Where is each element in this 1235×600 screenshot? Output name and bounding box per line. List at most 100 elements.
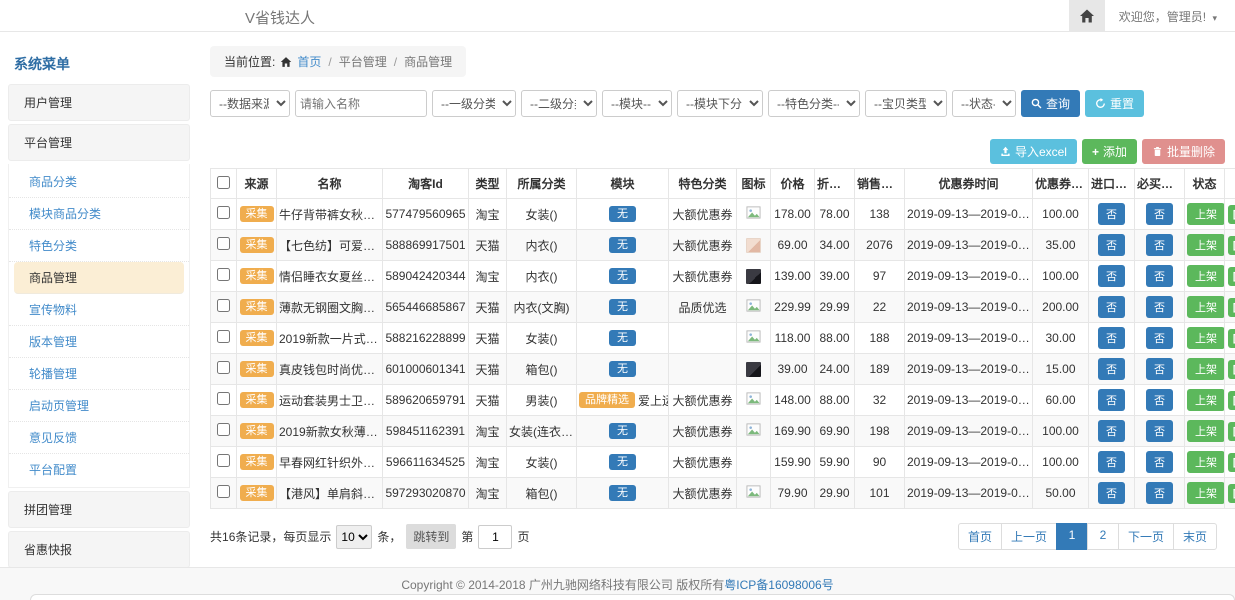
edit-button[interactable] — [1228, 360, 1235, 379]
filter-select-0[interactable]: --数据来源-- — [210, 90, 290, 117]
sidebar-subitem-6[interactable]: 轮播管理 — [9, 358, 189, 390]
row-checkbox[interactable] — [217, 485, 230, 498]
must-buy-toggle-button[interactable]: 否 — [1146, 327, 1173, 349]
status-button[interactable]: 上架 — [1187, 389, 1225, 411]
must-buy-toggle-button[interactable]: 否 — [1146, 451, 1173, 473]
sidebar-item-1[interactable]: 平台管理 — [8, 124, 190, 161]
source-cell: 采集 — [237, 385, 277, 416]
sidebar-subitem-1[interactable]: 模块商品分类 — [9, 198, 189, 230]
pager-button-5[interactable]: 末页 — [1173, 523, 1217, 550]
filter-select-4[interactable]: --模块-- — [602, 90, 672, 117]
must-buy-toggle-button[interactable]: 否 — [1146, 203, 1173, 225]
status-button[interactable]: 上架 — [1187, 203, 1225, 225]
must-buy-toggle-button[interactable]: 否 — [1146, 482, 1173, 504]
status-button[interactable]: 上架 — [1187, 420, 1225, 442]
sidebar-subitem-7[interactable]: 启动页管理 — [9, 390, 189, 422]
sidebar-item-0[interactable]: 用户管理 — [8, 84, 190, 121]
name-search-input[interactable] — [295, 90, 427, 117]
filter-select-6[interactable]: --特色分类-- — [768, 90, 860, 117]
edit-button[interactable] — [1228, 267, 1235, 286]
row-checkbox[interactable] — [217, 268, 230, 281]
edit-button[interactable] — [1228, 329, 1235, 348]
col-header-12: 优惠券时间 — [905, 169, 1033, 199]
row-checkbox[interactable] — [217, 423, 230, 436]
import-excel-button[interactable]: 导入excel — [990, 139, 1077, 164]
edit-button[interactable] — [1228, 484, 1235, 503]
row-checkbox[interactable] — [217, 361, 230, 374]
module-badge: 无 — [609, 268, 636, 284]
import-toggle-button[interactable]: 否 — [1098, 265, 1125, 287]
must-buy-toggle-button[interactable]: 否 — [1146, 296, 1173, 318]
breadcrumb-home-link[interactable]: 首页 — [297, 53, 321, 70]
sidebar-subitem-9[interactable]: 平台配置 — [9, 454, 189, 485]
icp-link[interactable]: 粤ICP备16098006号 — [724, 576, 833, 593]
pager-button-0[interactable]: 首页 — [958, 523, 1002, 550]
filter-select-5[interactable]: --模块下分类-- — [677, 90, 763, 117]
status-button[interactable]: 上架 — [1187, 327, 1225, 349]
filter-select-3[interactable]: --二级分类-- — [521, 90, 597, 117]
must-buy-toggle-button[interactable]: 否 — [1146, 265, 1173, 287]
must-buy-toggle-button[interactable]: 否 — [1146, 358, 1173, 380]
sidebar-subitem-2[interactable]: 特色分类 — [9, 230, 189, 262]
row-checkbox[interactable] — [217, 330, 230, 343]
edit-button[interactable] — [1228, 205, 1235, 224]
filter-select-7[interactable]: --宝贝类型-- — [865, 90, 947, 117]
import-toggle-button[interactable]: 否 — [1098, 234, 1125, 256]
row-checkbox[interactable] — [217, 206, 230, 219]
copyright-text: Copyright © 2014-2018 广州九驰网络科技有限公司 版权所有 — [401, 576, 724, 593]
edit-button[interactable] — [1228, 298, 1235, 317]
edit-button[interactable] — [1228, 422, 1235, 441]
edit-button[interactable] — [1228, 453, 1235, 472]
sidebar-subitem-3[interactable]: 商品管理 — [14, 262, 184, 294]
sidebar-title: 系统菜单 — [8, 46, 190, 84]
pager-button-2[interactable]: 1 — [1056, 523, 1088, 550]
status-button[interactable]: 上架 — [1187, 358, 1225, 380]
jump-button[interactable]: 跳转到 — [406, 524, 456, 549]
sidebar-item-bottom-1[interactable]: 省惠快报 — [8, 531, 190, 568]
product-name-cell: 薄款无钢圈文胸聚拢性... — [277, 292, 383, 323]
import-toggle-button[interactable]: 否 — [1098, 451, 1125, 473]
must-buy-toggle-button[interactable]: 否 — [1146, 234, 1173, 256]
coupon-amount-cell: 35.00 — [1033, 230, 1089, 261]
per-page-select[interactable]: 10 — [336, 525, 372, 549]
import-toggle-button[interactable]: 否 — [1098, 296, 1125, 318]
edit-button[interactable] — [1228, 391, 1235, 410]
import-toggle-button[interactable]: 否 — [1098, 389, 1125, 411]
user-menu[interactable]: 欢迎您，管理员! ▾ — [1105, 8, 1235, 25]
sidebar-subitem-0[interactable]: 商品分类 — [9, 166, 189, 198]
breadcrumb-home-icon — [280, 56, 292, 68]
home-button[interactable] — [1069, 0, 1105, 32]
import-toggle-button[interactable]: 否 — [1098, 420, 1125, 442]
sidebar-subitem-5[interactable]: 版本管理 — [9, 326, 189, 358]
must-buy-toggle-button[interactable]: 否 — [1146, 420, 1173, 442]
edit-button[interactable] — [1228, 236, 1235, 255]
page-number-input[interactable] — [478, 525, 512, 549]
pager-button-1[interactable]: 上一页 — [1001, 523, 1057, 550]
status-button[interactable]: 上架 — [1187, 265, 1225, 287]
search-button[interactable]: 查询 — [1021, 90, 1080, 117]
filter-select-2[interactable]: --一级分类-- — [432, 90, 516, 117]
import-toggle-button[interactable]: 否 — [1098, 203, 1125, 225]
select-all-checkbox[interactable] — [217, 176, 230, 189]
sidebar-item-bottom-0[interactable]: 拼团管理 — [8, 491, 190, 528]
row-checkbox[interactable] — [217, 454, 230, 467]
batch-delete-button[interactable]: 批量删除 — [1142, 139, 1225, 164]
status-button[interactable]: 上架 — [1187, 451, 1225, 473]
sidebar-subitem-8[interactable]: 意见反馈 — [9, 422, 189, 454]
status-button[interactable]: 上架 — [1187, 482, 1225, 504]
reset-button[interactable]: 重置 — [1085, 90, 1144, 117]
pager-button-4[interactable]: 下一页 — [1118, 523, 1174, 550]
must-buy-toggle-button[interactable]: 否 — [1146, 389, 1173, 411]
sidebar-subitem-4[interactable]: 宣传物料 — [9, 294, 189, 326]
status-button[interactable]: 上架 — [1187, 296, 1225, 318]
status-button[interactable]: 上架 — [1187, 234, 1225, 256]
row-checkbox[interactable] — [217, 299, 230, 312]
row-checkbox[interactable] — [217, 237, 230, 250]
pager-button-3[interactable]: 2 — [1087, 523, 1119, 550]
import-toggle-button[interactable]: 否 — [1098, 482, 1125, 504]
import-toggle-button[interactable]: 否 — [1098, 327, 1125, 349]
row-checkbox[interactable] — [217, 392, 230, 405]
import-toggle-button[interactable]: 否 — [1098, 358, 1125, 380]
add-button[interactable]: + 添加 — [1082, 139, 1137, 164]
filter-select-8[interactable]: --状态-- — [952, 90, 1016, 117]
